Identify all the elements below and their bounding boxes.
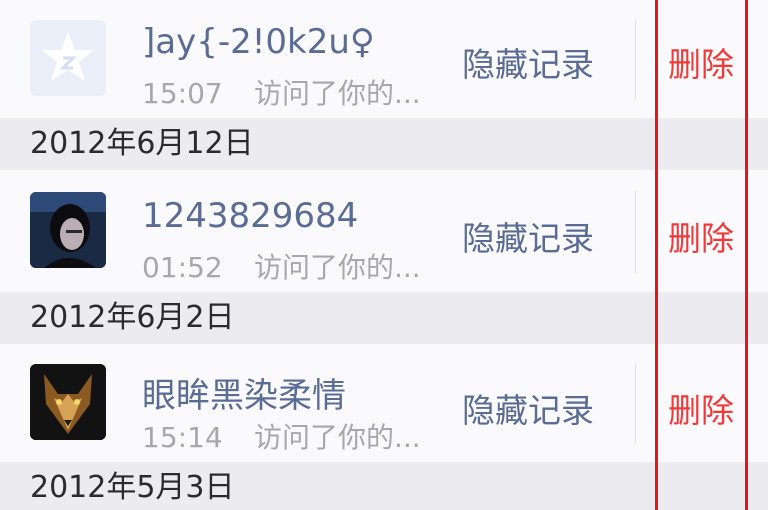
visit-time: 01:52 bbox=[142, 251, 223, 284]
delete-button[interactable]: 删除 bbox=[668, 38, 734, 86]
visit-meta: 01:52 访问了你的... bbox=[142, 246, 421, 286]
hide-record-button[interactable]: 隐藏记录 bbox=[462, 384, 594, 432]
date-header: 2012年5月3日 bbox=[0, 462, 768, 510]
visitor-name[interactable]: ]ay{-2!0k2u♀ bbox=[142, 22, 375, 62]
star-avatar-icon[interactable] bbox=[30, 20, 106, 96]
visitor-name[interactable]: 1243829684 bbox=[142, 196, 358, 236]
visit-description: 访问了你的... bbox=[254, 421, 421, 454]
person-avatar[interactable] bbox=[30, 192, 106, 268]
list-item[interactable]: 1243829684 01:52 访问了你的... 隐藏记录 删除 bbox=[0, 170, 768, 293]
visit-time: 15:07 bbox=[142, 77, 223, 110]
visit-time: 15:14 bbox=[142, 421, 223, 454]
date-header: 2012年6月2日 bbox=[0, 292, 768, 344]
divider bbox=[635, 362, 636, 444]
wolf-avatar[interactable] bbox=[30, 364, 106, 440]
visit-description: 访问了你的... bbox=[254, 77, 421, 110]
hide-record-button[interactable]: 隐藏记录 bbox=[462, 212, 594, 260]
visit-meta: 15:07 访问了你的... bbox=[142, 72, 421, 112]
list-item[interactable]: ]ay{-2!0k2u♀ 15:07 访问了你的... 隐藏记录 删除 bbox=[0, 0, 768, 119]
visit-meta: 15:14 访问了你的... bbox=[142, 416, 421, 456]
visitor-history-screen: ]ay{-2!0k2u♀ 15:07 访问了你的... 隐藏记录 删除 2012年… bbox=[0, 0, 768, 510]
list-item[interactable]: 眼眸黑染柔情 15:14 访问了你的... 隐藏记录 删除 bbox=[0, 344, 768, 463]
delete-button[interactable]: 删除 bbox=[668, 212, 734, 260]
divider bbox=[635, 190, 636, 274]
date-header: 2012年6月12日 bbox=[0, 118, 768, 170]
divider bbox=[635, 18, 636, 100]
hide-record-button[interactable]: 隐藏记录 bbox=[462, 38, 594, 86]
delete-button[interactable]: 删除 bbox=[668, 384, 734, 432]
visitor-name[interactable]: 眼眸黑染柔情 bbox=[142, 368, 346, 417]
visit-description: 访问了你的... bbox=[254, 251, 421, 284]
